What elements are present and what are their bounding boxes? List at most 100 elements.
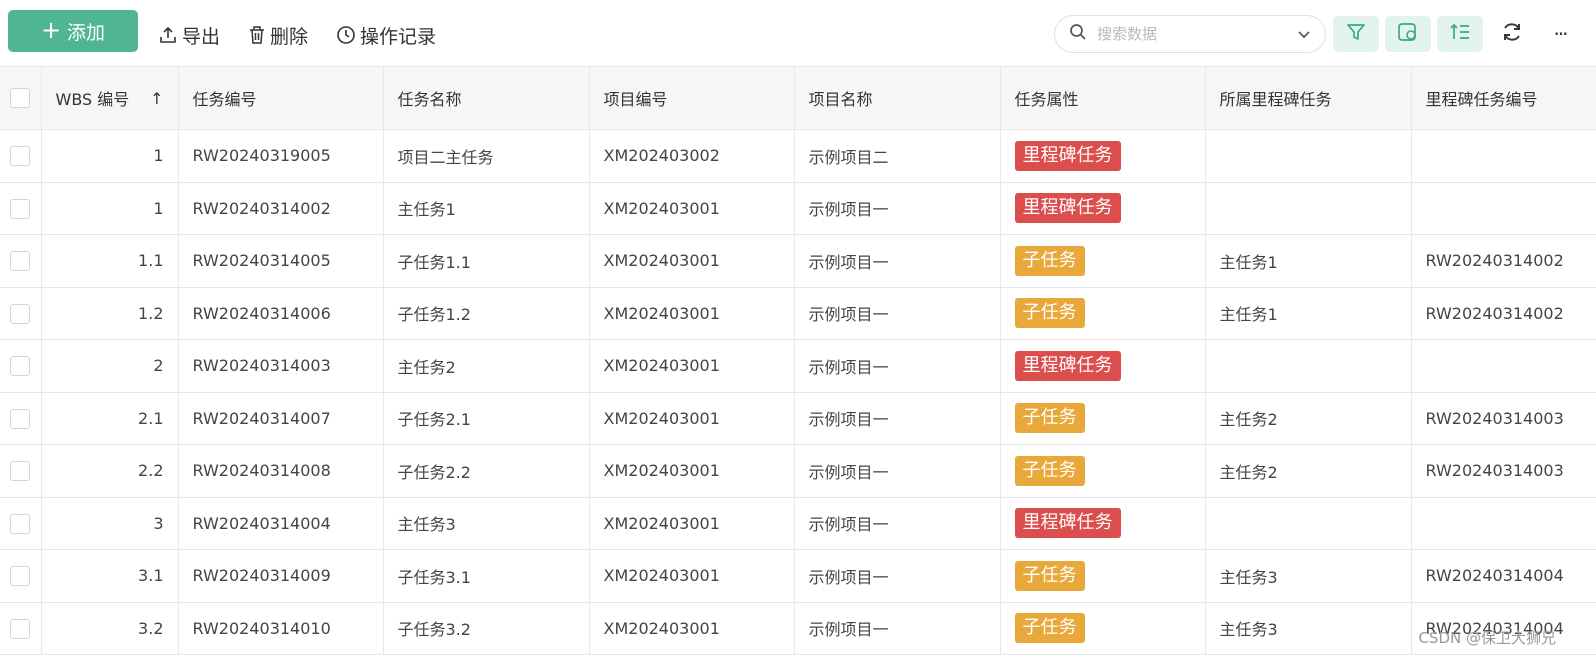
project-name-cell: 示例项目一	[794, 549, 1001, 603]
task-name-cell: 子任务3.2	[383, 602, 590, 655]
table-row[interactable]: 2.2 RW20240314008 子任务2.2 XM202403001 示例项目一 子任…	[0, 444, 1596, 498]
row-checkbox[interactable]	[10, 251, 31, 271]
wbs-cell: 2.1	[41, 392, 179, 445]
milestone-cell	[1205, 339, 1412, 393]
row-select-cell	[0, 602, 42, 655]
more-icon: ···	[1553, 22, 1568, 46]
task-name-cell: 子任务1.2	[383, 287, 590, 340]
view-settings-icon	[1397, 22, 1419, 46]
task-no-cell: RW20240314007	[178, 392, 384, 445]
export-label: 导出	[182, 25, 221, 48]
project-no-cell: XM202403001	[589, 182, 795, 235]
project-no-cell: XM202403001	[589, 549, 795, 603]
task-name-cell: 主任务2	[383, 339, 590, 393]
task-name-cell: 主任务3	[383, 497, 590, 550]
row-checkbox[interactable]	[10, 513, 31, 534]
task-no-cell: RW20240314003	[178, 339, 384, 393]
refresh-button[interactable]	[1497, 18, 1527, 50]
chevron-down-icon[interactable]	[1297, 25, 1311, 44]
project-name-cell: 示例项目一	[794, 182, 1001, 235]
task-attr-cell: 子任务	[1000, 444, 1206, 498]
col-header-project-no[interactable]: 项目编号	[589, 66, 795, 130]
project-name-cell: 示例项目二	[794, 129, 1001, 183]
wbs-cell: 3.1	[41, 549, 179, 603]
task-attr-badge: 子任务	[1014, 560, 1085, 591]
milestone-no-cell: RW20240314002	[1411, 287, 1596, 340]
clock-icon	[336, 25, 356, 45]
row-checkbox[interactable]	[10, 408, 31, 429]
milestone-cell: 主任务3	[1205, 602, 1412, 655]
col-header-milestone-no[interactable]: 里程碑任务编号	[1411, 66, 1596, 130]
task-no-cell: RW20240314002	[178, 182, 384, 235]
table-row[interactable]: 3.1 RW20240314009 子任务3.1 XM202403001 示例项目一 子任…	[0, 549, 1596, 603]
task-no-cell: RW20240314006	[178, 287, 384, 340]
search-box[interactable]	[1054, 15, 1326, 53]
table-row[interactable]: 2 RW20240314003 主任务2 XM202403001 示例项目一 里程碑任务	[0, 339, 1596, 393]
row-select-cell	[0, 287, 42, 340]
task-name-cell: 项目二主任务	[383, 129, 590, 183]
row-select-cell	[0, 129, 42, 183]
row-select-cell	[0, 549, 42, 603]
row-select-cell	[0, 182, 42, 235]
wbs-cell: 2	[41, 339, 179, 393]
more-button[interactable]: ···	[1548, 18, 1572, 50]
task-no-cell: RW20240314009	[178, 549, 384, 603]
task-attr-badge: 里程碑任务	[1014, 350, 1121, 381]
project-name-cell: 示例项目一	[794, 287, 1001, 340]
milestone-no-cell	[1411, 339, 1596, 393]
task-attr-badge: 子任务	[1014, 455, 1085, 486]
milestone-no-cell: RW20240314003	[1411, 444, 1596, 498]
delete-button[interactable]: 删除	[248, 20, 308, 50]
table-row[interactable]: 3 RW20240314004 主任务3 XM202403001 示例项目一 里程碑任务	[0, 497, 1596, 550]
row-select-cell	[0, 444, 42, 498]
col-header-milestone[interactable]: 所属里程碑任务	[1205, 66, 1412, 130]
task-attr-cell: 子任务	[1000, 602, 1206, 655]
row-checkbox[interactable]	[10, 461, 31, 481]
row-checkbox[interactable]	[10, 146, 31, 166]
select-all-cell	[0, 66, 42, 130]
row-checkbox[interactable]	[10, 566, 31, 586]
task-attr-cell: 子任务	[1000, 287, 1206, 340]
col-header-task-name[interactable]: 任务名称	[383, 66, 590, 130]
row-checkbox[interactable]	[10, 356, 31, 376]
task-attr-cell: 子任务	[1000, 392, 1206, 445]
table-row[interactable]: 1.2 RW20240314006 子任务1.2 XM202403001 示例项目一 子任…	[0, 287, 1596, 340]
operation-log-button[interactable]: 操作记录	[336, 20, 436, 50]
wbs-cell: 3	[41, 497, 179, 550]
task-no-cell: RW20240314005	[178, 234, 384, 288]
project-no-cell: XM202403001	[589, 497, 795, 550]
table-row[interactable]: 1.1 RW20240314005 子任务1.1 XM202403001 示例项目一 子任…	[0, 234, 1596, 288]
project-no-cell: XM202403001	[589, 339, 795, 393]
table-row[interactable]: 2.1 RW20240314007 子任务2.1 XM202403001 示例项目一 子任…	[0, 392, 1596, 445]
view-settings-button[interactable]	[1385, 16, 1431, 52]
wbs-cell: 2.2	[41, 444, 179, 498]
col-header-wbs[interactable]: WBS 编号 ↑	[41, 66, 179, 130]
toolbar: + 添加 导出 删除 操作记录 搜索数据 ···	[0, 0, 1596, 66]
row-checkbox[interactable]	[10, 618, 31, 639]
table-row[interactable]: 1 RW20240319005 项目二主任务 XM202403002 示例项目二 里程碑任…	[0, 129, 1596, 183]
table-header-row: WBS 编号 ↑ 任务编号 任务名称 项目编号 项目名称 任务属性 所属里程碑任…	[0, 66, 1596, 130]
milestone-cell: 主任务1	[1205, 287, 1412, 340]
sort-button[interactable]	[1437, 16, 1483, 52]
watermark: CSDN @保卫大狮兄	[1418, 629, 1556, 647]
task-no-cell: RW20240314010	[178, 602, 384, 655]
sort-arrow-icon[interactable]: ↑	[150, 89, 163, 108]
col-header-task-attr[interactable]: 任务属性	[1000, 66, 1206, 130]
col-header-project-name[interactable]: 项目名称	[794, 66, 1001, 130]
project-name-cell: 示例项目一	[794, 444, 1001, 498]
milestone-cell: 主任务1	[1205, 234, 1412, 288]
row-checkbox[interactable]	[10, 198, 31, 219]
select-all-checkbox[interactable]	[10, 88, 31, 109]
task-name-cell: 子任务1.1	[383, 234, 590, 288]
table-row[interactable]: 1 RW20240314002 主任务1 XM202403001 示例项目一 里程碑任务	[0, 182, 1596, 235]
export-button[interactable]: 导出	[158, 20, 220, 50]
row-checkbox[interactable]	[10, 303, 31, 324]
filter-button[interactable]	[1333, 16, 1379, 52]
task-table: WBS 编号 ↑ 任务编号 任务名称 项目编号 项目名称 任务属性 所属里程碑任…	[0, 66, 1596, 655]
col-header-task-no[interactable]: 任务编号	[178, 66, 384, 130]
table-row[interactable]: 3.2 RW20240314010 子任务3.2 XM202403001 示例项目一 子任…	[0, 602, 1596, 655]
project-no-cell: XM202403001	[589, 392, 795, 445]
search-input[interactable]	[1095, 24, 1297, 44]
operation-log-label: 操作记录	[360, 25, 437, 48]
add-button[interactable]: + 添加	[8, 10, 138, 52]
